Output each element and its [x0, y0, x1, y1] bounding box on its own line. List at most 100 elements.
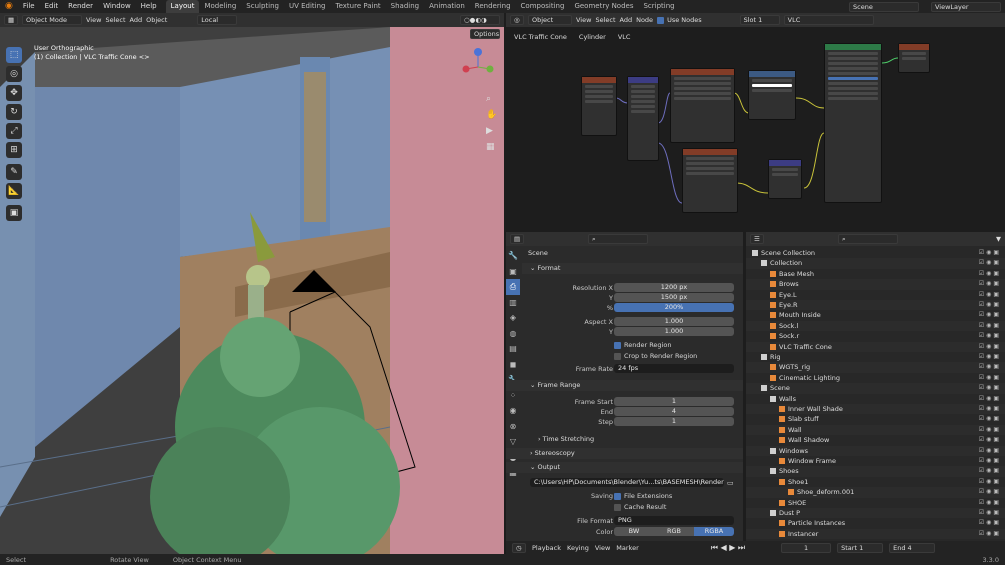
file-extensions-checkbox[interactable]: File Extensions — [614, 491, 672, 501]
stereoscopy-panel[interactable]: › Stereoscopy — [522, 448, 575, 459]
current-frame-field[interactable]: 1 — [781, 542, 832, 553]
visibility-icons[interactable]: ☑◉▣ — [979, 331, 1001, 341]
scale-tool[interactable]: ⤢ — [6, 123, 22, 139]
tab-sculpting[interactable]: Sculpting — [241, 0, 284, 13]
rotate-tool[interactable]: ↻ — [6, 104, 22, 120]
outliner-row[interactable]: Scene Collection ☑◉▣ — [746, 248, 1005, 258]
mode-selector[interactable]: Object Mode — [22, 15, 82, 25]
render-region-checkbox[interactable]: Render Region — [614, 340, 671, 350]
visibility-icons[interactable]: ☑◉▣ — [979, 269, 1001, 279]
outliner-row[interactable]: Shoe1 ☑◉▣ — [746, 477, 1005, 487]
camera-view-icon[interactable]: ▶ — [486, 123, 497, 139]
folder-icon[interactable]: ▭ — [727, 478, 734, 488]
visibility-icons[interactable]: ☑◉▣ — [979, 456, 1001, 466]
scene-selector[interactable]: Scene — [849, 1, 919, 12]
resolution-x-field[interactable]: 1200 px — [614, 283, 734, 292]
visibility-icons[interactable]: ☑◉▣ — [979, 487, 1001, 497]
outliner-row[interactable]: Shoes ☑◉▣ — [746, 466, 1005, 477]
transform-tool[interactable]: ⊞ — [6, 142, 22, 158]
outliner-row[interactable]: Window Frame ☑◉▣ — [746, 456, 1005, 466]
visibility-icons[interactable]: ☑◉▣ — [979, 508, 1001, 518]
outliner-row[interactable]: Rig ☑◉▣ — [746, 352, 1005, 362]
outliner-row[interactable]: Collection ☑◉▣ — [746, 258, 1005, 269]
shader-node-editor[interactable]: ◎ Object View Select Add Node Use Nodes … — [506, 13, 1005, 231]
visibility-icons[interactable]: ☑◉▣ — [979, 290, 1001, 300]
navigation-gizmo[interactable] — [458, 47, 498, 87]
visibility-icons[interactable]: ☑◉▣ — [979, 362, 1001, 372]
node-material-output[interactable] — [898, 43, 930, 73]
outliner-search-input[interactable]: ⌕ — [838, 234, 898, 244]
color-bw-button[interactable]: BW — [614, 527, 654, 536]
viewport-menu-object[interactable]: Object — [146, 16, 167, 24]
3d-viewport[interactable]: ▦ Object Mode View Select Add Object Loc… — [0, 13, 504, 554]
node-color-ramp[interactable] — [748, 70, 796, 120]
visibility-icons[interactable]: ☑◉▣ — [979, 435, 1001, 445]
color-rgb-button[interactable]: RGB — [654, 527, 694, 536]
visibility-icons[interactable]: ☑◉▣ — [979, 498, 1001, 508]
outliner-row[interactable]: Inner Wall Shade ☑◉▣ — [746, 404, 1005, 415]
viewport-menu-select[interactable]: Select — [105, 16, 125, 24]
time-stretching-panel[interactable]: › Time Stretching — [530, 434, 594, 445]
filter-icon[interactable]: ▼ — [996, 235, 1001, 243]
node-texture-coordinate[interactable] — [581, 76, 617, 136]
outliner-row[interactable]: Particle Instances ☑◉▣ — [746, 518, 1005, 528]
measure-tool[interactable]: 📐 — [6, 183, 22, 199]
frame-range-panel-header[interactable]: ⌄ Frame Range — [522, 380, 580, 391]
outliner-row[interactable]: Wall ☑◉▣ — [746, 424, 1005, 436]
move-tool[interactable]: ✥ — [6, 85, 22, 101]
frame-end-field[interactable]: 4 — [614, 407, 734, 416]
outliner-row[interactable]: Shoe_deform.001 ☑◉▣ — [746, 487, 1005, 498]
menu-render[interactable]: Render — [63, 0, 98, 13]
cursor-tool[interactable]: ◎ — [6, 66, 22, 82]
timeline-menu-view[interactable]: View — [595, 544, 610, 552]
tab-rendering[interactable]: Rendering — [470, 0, 516, 13]
outliner-row[interactable]: Eye.L ☑◉▣ — [746, 290, 1005, 300]
tab-scripting[interactable]: Scripting — [638, 0, 679, 13]
outliner-row[interactable]: Slab stuff ☑◉▣ — [746, 414, 1005, 424]
view-layer-selector[interactable]: ViewLayer — [931, 1, 1001, 12]
visibility-icons[interactable]: ☑◉▣ — [979, 248, 1001, 258]
visibility-icons[interactable]: ☑◉▣ — [979, 394, 1001, 404]
aspect-x-field[interactable]: 1.000 — [614, 317, 734, 326]
playback-controls[interactable]: ⏮ ◀ ▶ ⏭ — [711, 543, 745, 553]
node-principled-bsdf[interactable] — [824, 43, 882, 203]
annotate-tool[interactable]: ✎ — [6, 164, 22, 180]
tab-compositing[interactable]: Compositing — [516, 0, 570, 13]
tab-texture-paint[interactable]: Texture Paint — [331, 0, 386, 13]
node-image-texture-1[interactable] — [670, 68, 735, 143]
start-frame-field[interactable]: Start 1 — [837, 542, 884, 553]
frame-rate-dropdown[interactable]: 24 fps — [614, 364, 734, 373]
visibility-icons[interactable]: ☑◉▣ — [979, 373, 1001, 383]
tab-layout[interactable]: Layout — [165, 0, 200, 13]
visibility-icons[interactable]: ☑◉▣ — [979, 466, 1001, 476]
editor-type-button[interactable]: ▦ — [4, 15, 18, 25]
pan-hand-icon[interactable]: ✋ — [486, 107, 497, 123]
end-frame-field[interactable]: End 4 — [889, 542, 936, 553]
outliner-row[interactable]: Cinematic Lighting ☑◉▣ — [746, 373, 1005, 383]
node-image-texture-2[interactable] — [682, 148, 738, 213]
visibility-icons[interactable]: ☑◉▣ — [979, 518, 1001, 528]
visibility-icons[interactable]: ☑◉▣ — [979, 446, 1001, 456]
select-box-tool[interactable]: ⬚ — [6, 47, 22, 63]
outliner-row[interactable]: VLC Traffic Cone ☑◉▣ — [746, 341, 1005, 352]
aspect-y-field[interactable]: 1.000 — [614, 327, 734, 336]
outliner-row[interactable]: Windows ☑◉▣ — [746, 445, 1005, 456]
options-button[interactable]: Options — [470, 29, 500, 39]
timeline-menu-keying[interactable]: Keying — [567, 544, 589, 552]
menu-edit[interactable]: Edit — [40, 0, 64, 13]
outliner-row[interactable]: Scene ☑◉▣ — [746, 383, 1005, 394]
visibility-icons[interactable]: ☑◉▣ — [979, 404, 1001, 414]
node-bump[interactable] — [768, 159, 802, 199]
crop-region-checkbox[interactable]: Crop to Render Region — [614, 351, 697, 361]
tab-uv-editing[interactable]: UV Editing — [284, 0, 331, 13]
grid-toggle-icon[interactable]: ▦ — [486, 139, 497, 155]
visibility-icons[interactable]: ☑◉▣ — [979, 477, 1001, 487]
visibility-icons[interactable]: ☑◉▣ — [979, 310, 1001, 320]
menu-window[interactable]: Window — [98, 0, 136, 13]
outliner-editor-type[interactable]: ☰ — [750, 234, 764, 244]
visibility-icons[interactable]: ☑◉▣ — [979, 258, 1001, 268]
color-rgba-button[interactable]: RGBA — [694, 527, 734, 536]
visibility-icons[interactable]: ☑◉▣ — [979, 342, 1001, 352]
visibility-icons[interactable]: ☑◉▣ — [979, 425, 1001, 435]
tab-modeling[interactable]: Modeling — [199, 0, 241, 13]
